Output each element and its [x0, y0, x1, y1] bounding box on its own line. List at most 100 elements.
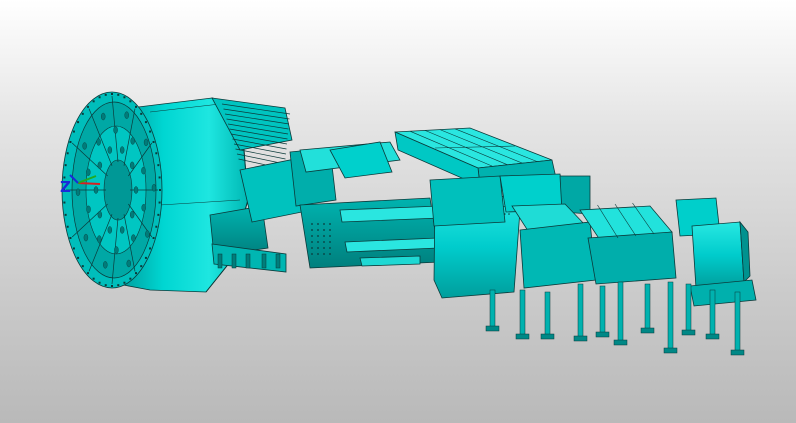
disc-cutter [133, 186, 139, 194]
cutterhead-rim-tooth [159, 189, 161, 191]
bolt [323, 241, 325, 243]
support-leg [599, 285, 606, 337]
bolt [329, 235, 331, 237]
leg-foot [663, 347, 678, 354]
cutterhead-rim-tooth [144, 121, 147, 124]
bolt [317, 235, 319, 237]
cutterhead-rim-tooth [87, 105, 89, 108]
bolt [311, 247, 313, 249]
bolt [317, 223, 319, 225]
thrust-cylinders[interactable] [299, 197, 441, 269]
cutterhead-rim-tooth [98, 96, 101, 99]
disc-cutter [119, 146, 125, 154]
backup-gantry-2[interactable] [511, 202, 677, 289]
disc-cutter [107, 226, 113, 234]
disc-cutter [103, 261, 108, 269]
cutterhead-rim-tooth [92, 100, 95, 103]
motor-leg [245, 253, 251, 269]
disc-cutter [75, 188, 81, 196]
motor-leg [275, 253, 281, 269]
cutterhead-rim-tooth [117, 284, 120, 287]
disc-cutter [101, 112, 106, 121]
cutterhead-rim-tooth [69, 237, 72, 239]
leg-foot [595, 331, 610, 338]
drum-bolt [508, 213, 510, 215]
cutterhead-rim-tooth [155, 225, 158, 228]
cutterhead-rim-tooth [69, 141, 72, 143]
support-leg [544, 291, 551, 339]
support-leg [685, 283, 692, 335]
bolt [311, 235, 313, 237]
cutterhead-rim-tooth [158, 201, 161, 204]
cutterhead-rim-tooth [72, 247, 75, 250]
bolt [311, 241, 313, 243]
cutterhead-rim-tooth [77, 256, 80, 259]
cutterhead-rim-tooth [104, 93, 107, 96]
disc-cutter [113, 126, 118, 134]
leg-foot [485, 325, 500, 332]
bolt [311, 229, 313, 231]
leg-foot [613, 339, 628, 346]
disc-cutter [124, 111, 129, 119]
bolt [329, 247, 331, 249]
cutterhead-rim-tooth [144, 256, 147, 259]
cutterhead-rim-tooth [157, 164, 160, 167]
leg-foot [640, 327, 655, 334]
triad-z-label: Z [60, 178, 71, 196]
disc-cutter [107, 146, 113, 154]
cad-3d-viewport[interactable]: Z [0, 0, 796, 423]
support-leg [667, 281, 674, 353]
cutterhead-rim-tooth [66, 225, 69, 228]
disc-cutter [151, 184, 157, 192]
cutterhead-rim-tooth [111, 285, 113, 287]
disc-cutter [143, 138, 149, 147]
cutterhead-rim-tooth [111, 93, 113, 95]
bolt [329, 223, 331, 225]
disc-cutter [114, 246, 119, 254]
support-leg [617, 281, 624, 345]
support-leg [709, 289, 716, 339]
disc-cutter [97, 235, 102, 243]
triad-x-axis [77, 182, 101, 185]
disc-cutter [126, 259, 131, 268]
disc-cutter [86, 205, 91, 214]
leg-foot [705, 333, 720, 340]
motor-leg [231, 253, 237, 269]
cutterhead-rim-tooth [64, 164, 67, 167]
cutterhead-rim-tooth [149, 130, 152, 133]
bolt [323, 223, 325, 225]
bolt [317, 241, 319, 243]
bolt [317, 247, 319, 249]
disc-cutter [97, 210, 103, 219]
cutterhead-rim-tooth [123, 281, 126, 284]
cutterhead-rim-tooth [87, 272, 89, 275]
cutterhead-rim-tooth [152, 141, 155, 143]
disc-cutter [83, 233, 89, 242]
cutterhead-rim-tooth [104, 284, 107, 287]
disc-cutter [97, 161, 103, 170]
cutterhead-rim-tooth [140, 112, 143, 115]
disc-cutter [145, 230, 150, 238]
cutterhead-rim-tooth [81, 265, 84, 268]
leg-foot [681, 329, 696, 336]
leg-foot [515, 333, 530, 340]
tbm-3d-model[interactable]: Z [0, 0, 796, 423]
cutterhead[interactable] [61, 91, 163, 289]
disc-cutter [141, 204, 146, 212]
disc-cutter [129, 210, 135, 219]
cutterhead-rim-tooth [117, 93, 120, 96]
support-leg [577, 283, 584, 341]
cutterhead-rim-tooth [129, 277, 132, 280]
bolt [311, 223, 313, 225]
cutterhead-rim-tooth [140, 265, 143, 268]
cutterhead-rim-tooth [72, 130, 75, 133]
cutterhead-rim-tooth [98, 281, 101, 284]
bolt [323, 235, 325, 237]
leg-foot [730, 349, 745, 356]
disc-cutter [82, 142, 87, 150]
cutterhead-rim-tooth [135, 105, 137, 108]
cutterhead-rim-tooth [135, 272, 137, 275]
cutterhead-rim-tooth [63, 201, 66, 204]
cutterhead-rim-tooth [123, 96, 126, 99]
leg-foot [573, 335, 588, 342]
